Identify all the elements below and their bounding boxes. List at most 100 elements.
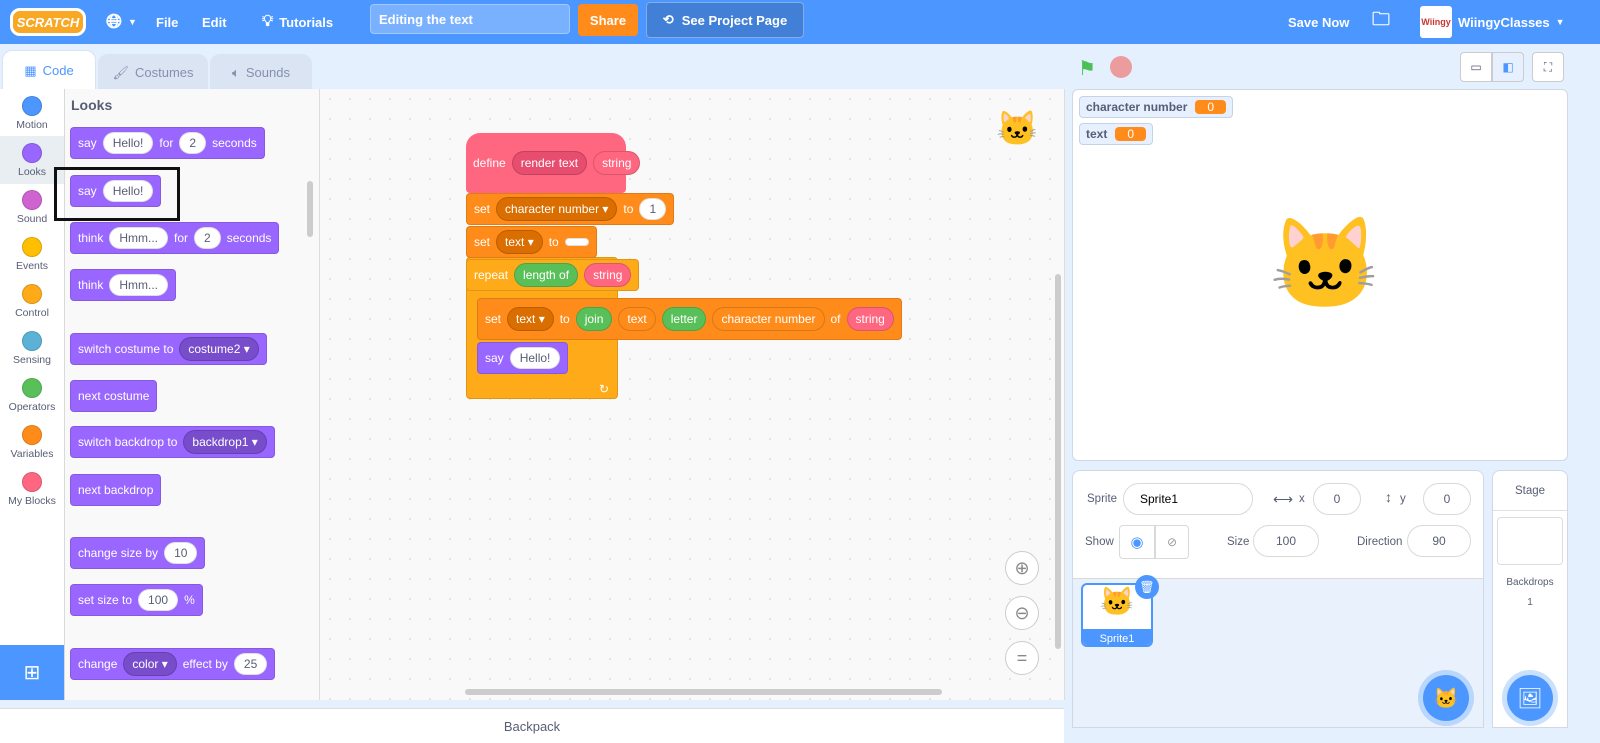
stage-thumbnail[interactable] bbox=[1497, 517, 1563, 565]
block-say[interactable]: say Hello! for 2 seconds bbox=[70, 127, 265, 159]
tutorials-button[interactable]: 💡︎ Tutorials bbox=[262, 0, 333, 44]
reporter-block[interactable]: letter bbox=[661, 307, 707, 331]
block-change[interactable]: change color ▾ effect by 25 bbox=[70, 648, 276, 680]
block-dropdown[interactable]: backdrop1 ▾ bbox=[183, 430, 267, 454]
edit-menu[interactable]: Edit bbox=[202, 0, 227, 44]
reporter-block[interactable]: length of bbox=[514, 263, 579, 287]
add-extension-button[interactable]: ⊞ bbox=[0, 645, 64, 700]
block-input[interactable]: 100 bbox=[138, 589, 179, 611]
block-say[interactable]: say Hello! bbox=[477, 342, 569, 374]
direction-input[interactable]: 90 bbox=[1407, 525, 1471, 557]
category-control[interactable]: Control bbox=[0, 277, 64, 325]
block-dropdown[interactable]: costume2 ▾ bbox=[179, 337, 259, 361]
tab-sounds[interactable]: 🔈︎ Sounds bbox=[210, 54, 312, 90]
stage-pane[interactable]: Stage Backdrops 1 🖼︎ bbox=[1492, 470, 1568, 728]
reporter-block[interactable]: character number bbox=[712, 307, 825, 331]
share-button[interactable]: Share bbox=[578, 4, 638, 36]
block-set[interactable]: set text ▾ to join text letter character numbe… bbox=[477, 298, 902, 340]
block-input[interactable]: 25 bbox=[233, 653, 268, 675]
block-label: define bbox=[473, 156, 506, 170]
reporter-block[interactable]: string bbox=[584, 263, 632, 287]
block-next[interactable]: next costume bbox=[70, 380, 158, 412]
block-input[interactable] bbox=[564, 238, 589, 246]
category-my-blocks[interactable]: My Blocks bbox=[0, 465, 64, 513]
category-motion[interactable]: Motion bbox=[0, 89, 64, 137]
category-operators[interactable]: Operators bbox=[0, 371, 64, 419]
green-flag-button[interactable]: ⚑ bbox=[1078, 56, 1096, 81]
block-label: think bbox=[78, 231, 104, 245]
block-define[interactable]: define render text string bbox=[466, 147, 647, 179]
block-input[interactable]: 1 bbox=[639, 198, 667, 220]
block-dropdown[interactable]: text ▾ bbox=[507, 307, 554, 331]
save-now-button[interactable]: Save Now bbox=[1288, 0, 1349, 44]
block-set[interactable]: set text ▾ to bbox=[466, 226, 597, 258]
category-sensing[interactable]: Sensing bbox=[0, 324, 64, 372]
block-input[interactable]: 10 bbox=[164, 542, 198, 564]
folder-icon[interactable]: 🗀︎ bbox=[1372, 0, 1390, 44]
reporter-block[interactable]: join bbox=[575, 307, 613, 331]
project-title-input[interactable] bbox=[370, 4, 570, 34]
block-repeat[interactable]: repeat length of string bbox=[466, 259, 640, 291]
block-next[interactable]: next backdrop bbox=[70, 474, 162, 506]
size-input[interactable]: 100 bbox=[1253, 525, 1319, 557]
block-input[interactable]: 2 bbox=[179, 132, 207, 154]
sprite-name-input[interactable] bbox=[1123, 483, 1253, 515]
block-switch[interactable]: switch backdrop to backdrop1 ▾ bbox=[70, 426, 275, 458]
category-dot-icon bbox=[22, 330, 42, 351]
block-dropdown[interactable]: text ▾ bbox=[496, 230, 543, 254]
block-think[interactable]: think Hmm... bbox=[70, 269, 177, 301]
show-hidden-button[interactable]: ⊘ bbox=[1155, 525, 1189, 559]
fullscreen-button[interactable]: ⛶ bbox=[1532, 52, 1564, 82]
block-input[interactable]: 2 bbox=[194, 227, 221, 249]
stop-button[interactable] bbox=[1110, 56, 1132, 78]
tab-code[interactable]: ▦ Code bbox=[2, 50, 96, 90]
see-project-page-button[interactable]: ⟲ See Project Page bbox=[646, 2, 804, 38]
block-input[interactable]: Hmm... bbox=[109, 274, 169, 296]
reporter-block[interactable]: string bbox=[593, 151, 641, 175]
palette-scrollbar[interactable] bbox=[307, 181, 313, 237]
block-switch[interactable]: switch costume to costume2 ▾ bbox=[70, 333, 267, 365]
account-menu[interactable]: Wiingy WiingyClasses ▼ bbox=[1420, 0, 1565, 44]
scratch-logo[interactable]: SCRATCH bbox=[10, 8, 86, 36]
zoom-out-button[interactable]: ⊖ bbox=[1005, 596, 1039, 630]
reporter-block[interactable]: text bbox=[618, 307, 656, 331]
y-input[interactable]: 0 bbox=[1423, 483, 1471, 515]
tab-costumes[interactable]: 🖌︎ Costumes bbox=[98, 54, 208, 90]
block-dropdown[interactable]: character number ▾ bbox=[496, 197, 618, 221]
file-menu[interactable]: File bbox=[156, 0, 178, 44]
language-menu[interactable]: 🌐︎ ▼ bbox=[106, 0, 137, 44]
delete-sprite-button[interactable]: 🗑︎ bbox=[1135, 575, 1159, 599]
sprite-cat[interactable]: 🐱 bbox=[1269, 220, 1381, 310]
block-input[interactable]: Hello! bbox=[509, 347, 561, 369]
horizontal-scrollbar[interactable] bbox=[465, 689, 942, 695]
variable-monitor: character number 0 bbox=[1079, 96, 1234, 118]
block-change[interactable]: change size by 10 bbox=[70, 537, 206, 569]
block-label: set bbox=[485, 312, 502, 326]
category-events[interactable]: Events bbox=[0, 230, 64, 278]
choose-backdrop-button[interactable]: 🖼︎ bbox=[1507, 675, 1553, 721]
block-set[interactable]: set character number ▾ to 1 bbox=[466, 193, 675, 225]
choose-sprite-button[interactable]: 🐱 bbox=[1423, 675, 1469, 721]
block-input[interactable]: Hello! bbox=[102, 132, 154, 154]
category-variables[interactable]: Variables bbox=[0, 418, 64, 466]
vertical-scrollbar[interactable] bbox=[1055, 274, 1061, 649]
backpack[interactable]: Backpack bbox=[0, 708, 1064, 743]
block-label: to bbox=[623, 202, 634, 216]
small-stage-button[interactable]: ▭ bbox=[1460, 52, 1492, 82]
block-input[interactable]: Hmm... bbox=[109, 227, 169, 249]
script-area[interactable]: 🐱 ⊕ ⊖ = ↻ define render text string set chara… bbox=[320, 89, 1065, 700]
block-think[interactable]: think Hmm... for 2 seconds bbox=[70, 222, 280, 254]
prototype-label[interactable]: render text bbox=[511, 151, 588, 175]
dropdown-value: costume2 bbox=[188, 342, 241, 356]
stage[interactable]: character number 0 text 0 🐱 bbox=[1072, 89, 1568, 461]
chevron-down-icon: ▾ bbox=[524, 235, 534, 249]
block-dropdown[interactable]: color ▾ bbox=[123, 652, 177, 676]
reporter-block[interactable]: string bbox=[846, 307, 894, 331]
large-stage-button[interactable]: ◧ bbox=[1492, 52, 1524, 82]
block-set[interactable]: set size to 100% bbox=[70, 584, 203, 616]
block-label: to bbox=[559, 312, 570, 326]
show-visible-button[interactable]: ◉ bbox=[1119, 525, 1155, 559]
zoom-reset-button[interactable]: = bbox=[1005, 641, 1039, 675]
zoom-in-button[interactable]: ⊕ bbox=[1005, 551, 1039, 585]
x-input[interactable]: 0 bbox=[1313, 483, 1361, 515]
